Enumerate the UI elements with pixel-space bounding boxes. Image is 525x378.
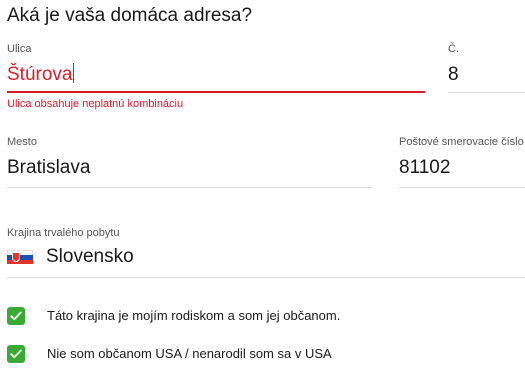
not-us-citizen-row[interactable]: Nie som občanom USA / nenarodil som sa v… bbox=[7, 345, 332, 363]
city-label: Mesto bbox=[7, 136, 37, 148]
street-underline bbox=[7, 91, 425, 93]
country-label: Krajina trvalého pobytu bbox=[7, 227, 120, 239]
street-label: Ulica bbox=[7, 43, 32, 55]
not-us-citizen-label: Nie som občanom USA / nenarodil som sa v… bbox=[47, 346, 332, 361]
city-input[interactable]: Bratislava bbox=[7, 155, 373, 181]
city-underline bbox=[7, 187, 373, 188]
street-field[interactable]: Ulica Štúrova bbox=[7, 42, 425, 93]
checkmark-icon bbox=[10, 349, 22, 359]
country-value: Slovensko bbox=[46, 246, 134, 267]
not-us-citizen-checkbox[interactable] bbox=[7, 345, 25, 363]
postal-code-field[interactable]: Poštové smerovacie číslo 81102 bbox=[399, 135, 525, 188]
house-number-input[interactable]: 8 bbox=[448, 62, 525, 88]
postal-code-input[interactable]: 81102 bbox=[399, 155, 525, 181]
house-number-field[interactable]: Č. 8 bbox=[448, 42, 525, 93]
text-caret bbox=[73, 63, 75, 83]
country-underline bbox=[7, 277, 525, 278]
postal-code-label: Poštové smerovacie číslo bbox=[399, 136, 524, 148]
birth-country-citizen-label: Táto krajina je mojím rodiskom a som jej… bbox=[47, 308, 341, 323]
street-error-message: Ulica obsahuje neplatnú kombináciu bbox=[7, 98, 184, 110]
birth-country-citizen-checkbox[interactable] bbox=[7, 307, 25, 325]
street-value: Štúrova bbox=[7, 64, 73, 85]
checkmark-icon bbox=[10, 311, 22, 321]
postal-code-underline bbox=[399, 187, 525, 188]
country-field[interactable]: Krajina trvalého pobytu Slovensko bbox=[7, 226, 525, 278]
birth-country-citizen-row[interactable]: Táto krajina je mojím rodiskom a som jej… bbox=[7, 307, 340, 325]
house-number-underline bbox=[448, 92, 525, 93]
street-input[interactable]: Štúrova bbox=[7, 62, 425, 88]
country-select[interactable]: Slovensko bbox=[7, 243, 525, 271]
house-number-label: Č. bbox=[448, 43, 459, 55]
page-title: Aká je vaša domáca adresa? bbox=[7, 5, 253, 26]
slovakia-flag-icon bbox=[7, 250, 33, 264]
address-form-page: Aká je vaša domáca adresa? Ulica Štúrova… bbox=[0, 0, 525, 378]
city-field[interactable]: Mesto Bratislava bbox=[7, 135, 373, 188]
